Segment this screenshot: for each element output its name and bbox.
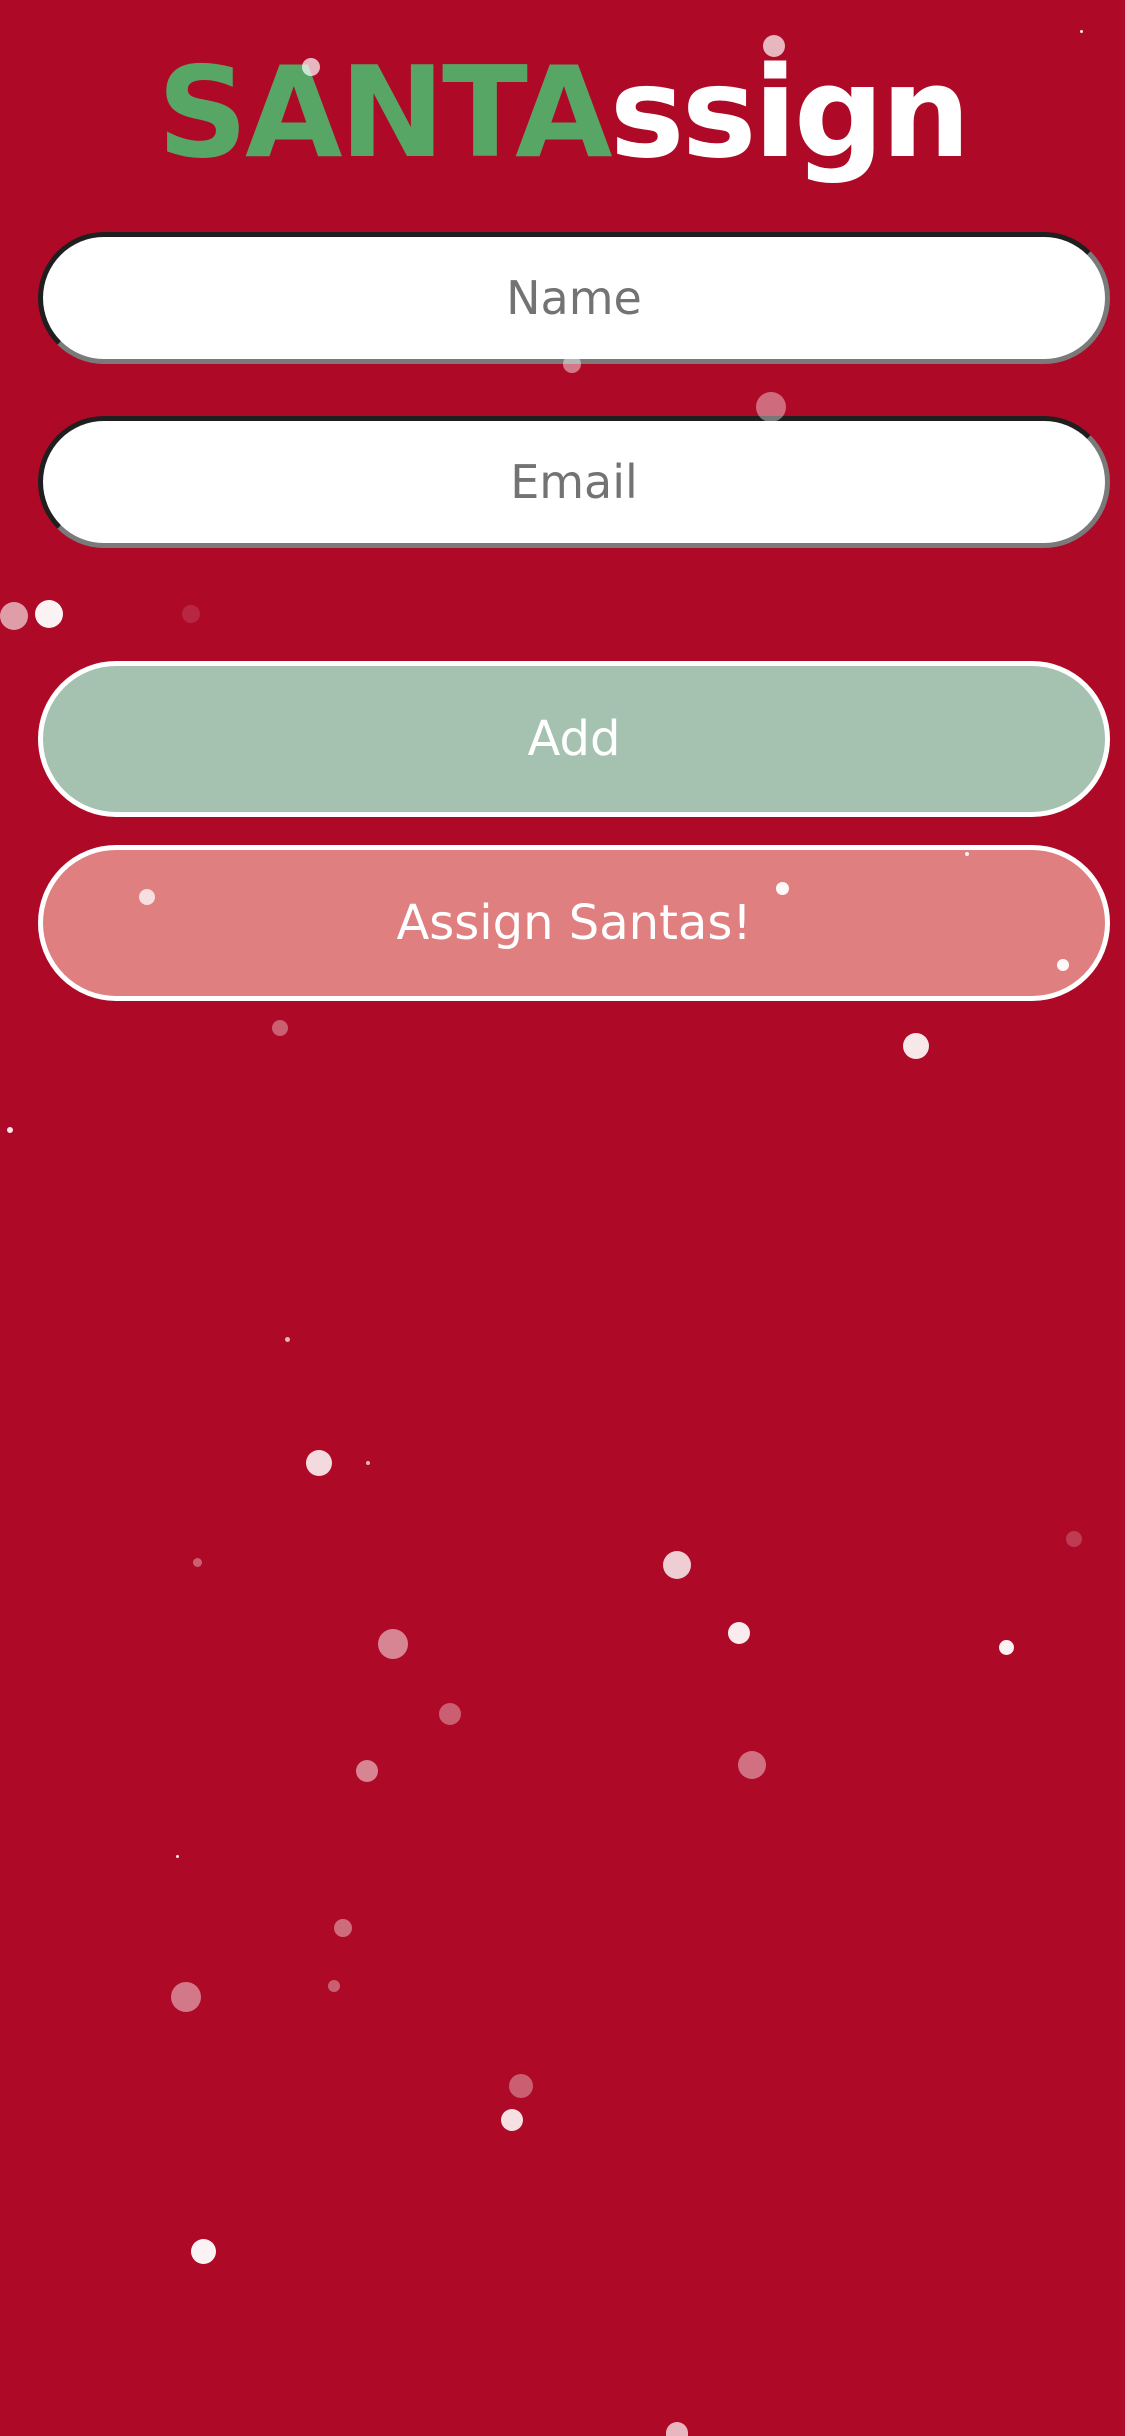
- snowflake: [439, 1703, 461, 1725]
- snowflake: [176, 1855, 179, 1858]
- snowflake: [999, 1640, 1014, 1655]
- add-button[interactable]: Add: [38, 661, 1110, 817]
- snowflake: [334, 1919, 352, 1937]
- email-input[interactable]: [38, 416, 1110, 548]
- snowflake: [378, 1629, 408, 1659]
- snowflake: [763, 35, 785, 57]
- snowflake: [193, 1558, 202, 1567]
- snowflake: [366, 1461, 370, 1465]
- snowflake: [509, 2074, 533, 2098]
- snowflake: [1080, 30, 1083, 33]
- snowflake: [272, 1020, 288, 1036]
- snowflake: [302, 58, 320, 76]
- snowflake: [776, 882, 789, 895]
- snowflake: [663, 1551, 691, 1579]
- title-santa: SANTA: [157, 39, 612, 186]
- name-input[interactable]: [38, 232, 1110, 364]
- snowflake: [0, 602, 28, 630]
- snowflake: [7, 1127, 13, 1133]
- snowflake: [501, 2109, 523, 2131]
- snowflake: [139, 889, 155, 905]
- snowflake: [903, 1033, 929, 1059]
- snowflake: [328, 1980, 340, 1992]
- snowflake: [35, 600, 63, 628]
- assign-santas-button[interactable]: Assign Santas!: [38, 845, 1110, 1001]
- snowflake: [285, 1337, 290, 1342]
- snowflake: [1057, 959, 1069, 971]
- snowflake: [666, 2422, 688, 2436]
- snowflake: [182, 605, 200, 623]
- snowflake: [563, 355, 581, 373]
- app-title: SANTAssign: [0, 30, 1125, 195]
- snowflake: [965, 852, 969, 856]
- snowflake: [191, 2239, 216, 2264]
- snowflake: [756, 392, 786, 422]
- snowflake: [356, 1760, 378, 1782]
- snowflake: [738, 1751, 766, 1779]
- title-assign: ssign: [609, 39, 971, 186]
- snowflake: [728, 1622, 750, 1644]
- snowflake: [171, 1982, 201, 2012]
- snowflake: [1066, 1531, 1082, 1547]
- snowflake: [306, 1450, 332, 1476]
